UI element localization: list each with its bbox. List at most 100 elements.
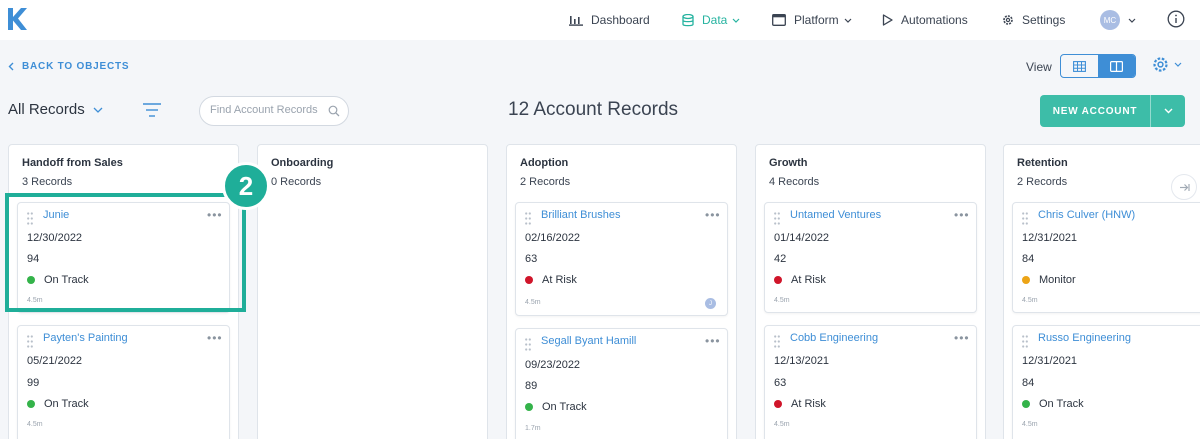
record-name-link[interactable]: Untamed Ventures — [790, 209, 881, 221]
chevron-down-icon — [732, 18, 740, 23]
status-badge: On Track — [1022, 398, 1084, 410]
record-date: 12/31/2021 — [1022, 355, 1078, 367]
records-filter-label: All Records — [8, 101, 85, 118]
status-dot-icon — [1022, 276, 1030, 284]
column-record-count: 3 Records — [22, 176, 73, 188]
record-name-link[interactable]: Segall Byant Hamill — [541, 335, 636, 347]
status-dot-icon — [525, 403, 533, 411]
status-badge: At Risk — [774, 398, 826, 410]
avatar: MC — [1100, 10, 1120, 30]
column-record-count: 4 Records — [769, 176, 820, 188]
record-card[interactable]: Untamed Ventures ••• 01/14/2022 42 At Ri… — [764, 202, 977, 313]
table-view-button[interactable] — [1061, 55, 1098, 77]
drag-handle-icon[interactable] — [774, 335, 780, 348]
nav-platform-label: Platform — [794, 13, 839, 27]
user-menu[interactable]: MC — [1100, 10, 1136, 30]
view-toggle — [1060, 54, 1136, 78]
board-view-button[interactable] — [1098, 55, 1135, 77]
record-score: 84 — [1022, 377, 1035, 389]
status-badge: On Track — [525, 401, 587, 413]
record-card[interactable]: Payten's Painting ••• 05/21/2022 99 On T… — [17, 325, 230, 439]
record-age: 4.5m — [27, 421, 43, 428]
column-title: Handoff from Sales — [22, 157, 123, 169]
column-onboarding: Onboarding 0 Records — [257, 144, 488, 439]
nav-automations[interactable]: Automations — [882, 11, 968, 29]
record-score: 99 — [27, 377, 40, 389]
record-date: 09/23/2022 — [525, 359, 581, 371]
info-icon[interactable] — [1167, 10, 1185, 28]
record-score: 63 — [525, 253, 538, 265]
nav-dashboard-label: Dashboard — [591, 13, 650, 27]
nav-settings[interactable]: Settings — [1002, 11, 1065, 29]
status-badge: Monitor — [1022, 274, 1076, 286]
record-name-link[interactable]: Chris Culver (HNW) — [1038, 209, 1135, 221]
more-options-icon[interactable]: ••• — [954, 332, 970, 344]
nav-dashboard[interactable]: Dashboard — [569, 11, 650, 29]
drag-handle-icon[interactable] — [27, 335, 33, 348]
status-dot-icon — [1022, 400, 1030, 408]
nav-data[interactable]: Data — [682, 11, 740, 29]
chevron-down-icon — [1128, 18, 1136, 23]
nav-platform[interactable]: Platform — [772, 11, 852, 29]
status-dot-icon — [525, 276, 533, 284]
record-name-link[interactable]: Russo Engineering — [1038, 332, 1131, 344]
more-options-icon[interactable]: ••• — [705, 209, 721, 221]
record-count-heading: 12 Account Records — [508, 99, 679, 120]
drag-handle-icon[interactable] — [525, 212, 531, 225]
nav-data-label: Data — [702, 13, 728, 27]
record-age: 4.5m — [774, 297, 790, 304]
drag-handle-icon[interactable] — [1022, 212, 1028, 225]
more-options-icon[interactable]: ••• — [705, 335, 721, 347]
record-age: 1.7m — [525, 425, 541, 432]
record-name-link[interactable]: Cobb Engineering — [790, 332, 878, 344]
record-name-link[interactable]: Brilliant Brushes — [541, 209, 620, 221]
record-name-link[interactable]: Payten's Painting — [43, 332, 128, 344]
drag-handle-icon[interactable] — [525, 338, 531, 351]
record-score: 42 — [774, 253, 787, 265]
record-age: 4.5m — [525, 299, 541, 306]
database-icon — [682, 13, 694, 26]
record-age: 4.5m — [774, 421, 790, 428]
status-dot-icon — [774, 276, 782, 284]
search-icon[interactable] — [328, 105, 340, 117]
column-growth: Growth 4 Records Untamed Ventures ••• 01… — [755, 144, 986, 439]
nav-settings-label: Settings — [1022, 13, 1066, 27]
record-card[interactable]: Segall Byant Hamill ••• 09/23/2022 89 On… — [515, 328, 728, 439]
gear-icon — [1003, 15, 1013, 25]
filter-lines-icon[interactable] — [142, 101, 162, 119]
record-card[interactable]: Russo Engineering 12/31/2021 84 On Track… — [1012, 325, 1200, 439]
knack-logo[interactable] — [6, 6, 28, 32]
more-options-icon[interactable]: ••• — [207, 332, 223, 344]
record-date: 12/31/2021 — [1022, 232, 1078, 244]
bar-chart-icon — [569, 16, 583, 26]
record-age: 4.5m — [1022, 421, 1038, 428]
drag-handle-icon[interactable] — [774, 212, 780, 225]
view-label: View — [1026, 60, 1052, 74]
record-card[interactable]: Cobb Engineering ••• 12/13/2021 63 At Ri… — [764, 325, 977, 439]
step-highlight-box — [5, 193, 246, 312]
column-title: Onboarding — [271, 157, 334, 169]
record-age: 4.5m — [1022, 297, 1038, 304]
column-title: Retention — [1017, 157, 1068, 169]
status-badge: On Track — [27, 398, 89, 410]
avatar: J — [705, 298, 716, 309]
status-dot-icon — [774, 400, 782, 408]
status-label: At Risk — [791, 274, 826, 286]
record-card[interactable]: Chris Culver (HNW) 12/31/2021 84 Monitor… — [1012, 202, 1200, 313]
search-box — [199, 96, 349, 126]
view-settings-button[interactable] — [1152, 56, 1182, 73]
board-columns-icon — [1110, 60, 1123, 72]
search-input[interactable] — [210, 104, 318, 116]
new-account-split-button: NEW ACCOUNT — [1040, 95, 1185, 127]
drag-handle-icon[interactable] — [1022, 335, 1028, 348]
more-options-icon[interactable]: ••• — [954, 209, 970, 221]
new-account-button[interactable]: NEW ACCOUNT — [1040, 95, 1150, 127]
expand-panel-button[interactable] — [1171, 174, 1197, 200]
records-filter-dropdown[interactable]: All Records — [8, 101, 103, 118]
record-date: 05/21/2022 — [27, 355, 83, 367]
browser-window-icon — [772, 14, 786, 26]
record-card[interactable]: Brilliant Brushes ••• 02/16/2022 63 At R… — [515, 202, 728, 316]
back-to-objects-link[interactable]: BACK TO OBJECTS — [8, 61, 129, 72]
column-record-count: 2 Records — [520, 176, 571, 188]
new-account-options-button[interactable] — [1150, 95, 1185, 127]
